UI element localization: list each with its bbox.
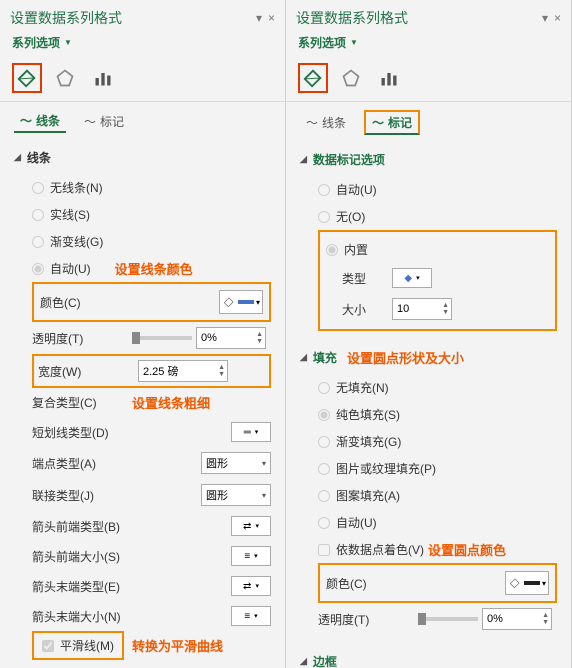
paint-bucket-icon bbox=[508, 576, 522, 590]
width-input[interactable]: 2.25 磅▲▼ bbox=[138, 360, 228, 382]
marker-type-dropdown[interactable]: ◆▾ bbox=[392, 268, 432, 288]
color-picker[interactable]: ▾ bbox=[219, 290, 263, 314]
sub-tab-marker[interactable]: 〜标记 bbox=[78, 110, 130, 133]
sub-tab-marker[interactable]: 〜标记 bbox=[364, 110, 420, 135]
bar-chart-icon bbox=[93, 68, 113, 88]
marker-icon: 〜 bbox=[84, 113, 96, 130]
close-icon[interactable]: × bbox=[554, 11, 561, 25]
close-icon[interactable]: × bbox=[268, 11, 275, 25]
vary-colors-checkbox[interactable]: 依数据点着色(V) bbox=[318, 536, 424, 563]
marker-type-label: 类型 bbox=[342, 270, 382, 287]
arrow-end-type-label: 箭头末端类型(E) bbox=[32, 578, 142, 595]
sub-tab-line[interactable]: 〜线条 bbox=[300, 110, 352, 135]
arrow-end-type-dropdown[interactable]: ⇄▾ bbox=[231, 576, 271, 596]
radio-solid-line[interactable]: 实线(S) bbox=[32, 201, 271, 228]
radio-fill-solid[interactable]: 纯色填充(S) bbox=[318, 401, 557, 428]
radio-fill-none[interactable]: 无填充(N) bbox=[318, 374, 557, 401]
pane-title: 设置数据系列格式 bbox=[10, 8, 256, 28]
triangle-down-icon: ◢ bbox=[300, 352, 307, 363]
arrow-begin-size-label: 箭头前端大小(S) bbox=[32, 548, 142, 565]
dropdown-icon[interactable]: ▾ bbox=[256, 11, 262, 25]
section-marker-options[interactable]: ◢数据标记选项 bbox=[300, 147, 557, 172]
format-pane-right: 设置数据系列格式 ▾ × 系列选项 ▼ 〜线条 〜标记 ◢数据标记选项 自动(U… bbox=[286, 0, 572, 668]
arrow-begin-type-dropdown[interactable]: ⇄▾ bbox=[231, 516, 271, 536]
arrow-end-size-label: 箭头末端大小(N) bbox=[32, 608, 142, 625]
radio-gradient-line[interactable]: 渐变线(G) bbox=[32, 228, 271, 255]
transparency-slider[interactable] bbox=[132, 336, 192, 340]
effects-tab[interactable] bbox=[50, 63, 80, 93]
cap-type-label: 端点类型(A) bbox=[32, 455, 122, 472]
sub-tab-line[interactable]: 〜线条 bbox=[14, 110, 66, 133]
radio-fill-auto[interactable]: 自动(U) bbox=[318, 509, 557, 536]
fill-transparency-label: 透明度(T) bbox=[318, 611, 408, 628]
dash-type-label: 短划线类型(D) bbox=[32, 424, 122, 441]
fill-color-picker[interactable]: ▾ bbox=[505, 571, 549, 595]
color-label: 颜色(C) bbox=[40, 294, 130, 311]
width-label: 宽度(W) bbox=[38, 363, 128, 380]
pentagon-icon bbox=[341, 68, 361, 88]
triangle-down-icon: ◢ bbox=[300, 656, 307, 667]
effects-tab[interactable] bbox=[336, 63, 366, 93]
annotation-line-color: 设置线条颜色 bbox=[115, 259, 193, 278]
line-icon: 〜 bbox=[20, 112, 32, 129]
join-type-dropdown[interactable]: 圆形▾ bbox=[201, 484, 271, 506]
bar-chart-icon bbox=[379, 68, 399, 88]
transparency-label: 透明度(T) bbox=[32, 330, 122, 347]
triangle-down-icon: ◢ bbox=[14, 152, 21, 163]
section-line[interactable]: ◢线条 bbox=[14, 145, 271, 170]
radio-auto-line[interactable]: 自动(U) bbox=[32, 255, 91, 282]
annotation-marker-shape: 设置圆点形状及大小 bbox=[347, 348, 464, 367]
pane-title: 设置数据系列格式 bbox=[296, 8, 542, 28]
section-border[interactable]: ◢边框 bbox=[300, 649, 557, 668]
fill-line-tab[interactable] bbox=[12, 63, 42, 93]
fill-line-tab[interactable] bbox=[298, 63, 328, 93]
marker-size-label: 大小 bbox=[342, 301, 382, 318]
cap-type-dropdown[interactable]: 圆形▾ bbox=[201, 452, 271, 474]
marker-size-input[interactable]: 10▲▼ bbox=[392, 298, 452, 320]
paint-bucket-icon bbox=[16, 67, 38, 89]
paint-bucket-icon bbox=[222, 295, 236, 309]
series-options-dropdown[interactable]: 系列选项 ▼ bbox=[0, 32, 285, 57]
compound-type-label: 复合类型(C) bbox=[32, 394, 122, 411]
paint-bucket-icon bbox=[302, 67, 324, 89]
transparency-input[interactable]: 0%▲▼ bbox=[196, 327, 266, 349]
arrow-end-size-dropdown[interactable]: ≡▾ bbox=[231, 606, 271, 626]
dash-type-dropdown[interactable]: ═▾ bbox=[231, 422, 271, 442]
fill-transparency-input[interactable]: 0%▲▼ bbox=[482, 608, 552, 630]
arrow-begin-type-label: 箭头前端类型(B) bbox=[32, 518, 142, 535]
radio-no-line[interactable]: 无线条(N) bbox=[32, 174, 271, 201]
radio-fill-gradient[interactable]: 渐变填充(G) bbox=[318, 428, 557, 455]
annotation-marker-color: 设置圆点颜色 bbox=[428, 540, 506, 559]
dropdown-icon[interactable]: ▾ bbox=[542, 11, 548, 25]
caret-down-icon: ▼ bbox=[350, 38, 358, 47]
annotation-line-width: 设置线条粗细 bbox=[132, 393, 210, 412]
triangle-down-icon: ◢ bbox=[300, 154, 307, 165]
pentagon-icon bbox=[55, 68, 75, 88]
line-icon: 〜 bbox=[306, 114, 318, 131]
fill-color-label: 颜色(C) bbox=[326, 575, 416, 592]
series-options-tab[interactable] bbox=[374, 63, 404, 93]
join-type-label: 联接类型(J) bbox=[32, 487, 122, 504]
section-fill[interactable]: ◢填充 bbox=[300, 345, 337, 370]
radio-fill-picture[interactable]: 图片或纹理填充(P) bbox=[318, 455, 557, 482]
caret-down-icon: ▼ bbox=[64, 38, 72, 47]
series-options-tab[interactable] bbox=[88, 63, 118, 93]
smooth-line-checkbox[interactable]: 平滑线(M) bbox=[32, 631, 124, 660]
arrow-begin-size-dropdown[interactable]: ≡▾ bbox=[231, 546, 271, 566]
radio-marker-builtin[interactable]: 内置 bbox=[326, 236, 549, 263]
format-pane-left: 设置数据系列格式 ▾ × 系列选项 ▼ 〜线条 〜标记 ◢线条 无线条(N) 实… bbox=[0, 0, 286, 668]
radio-marker-auto[interactable]: 自动(U) bbox=[318, 176, 557, 203]
radio-marker-none[interactable]: 无(O) bbox=[318, 203, 557, 230]
annotation-smooth: 转换为平滑曲线 bbox=[132, 636, 223, 655]
marker-icon: 〜 bbox=[372, 114, 384, 131]
radio-fill-pattern[interactable]: 图案填充(A) bbox=[318, 482, 557, 509]
series-options-dropdown[interactable]: 系列选项 ▼ bbox=[286, 32, 571, 57]
fill-transparency-slider[interactable] bbox=[418, 617, 478, 621]
